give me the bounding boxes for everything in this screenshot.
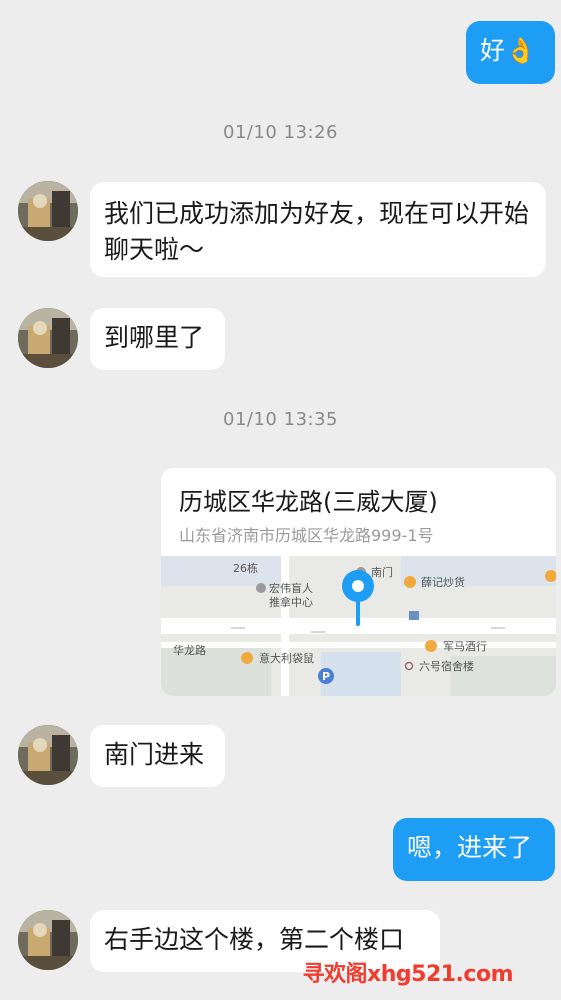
chat-conversation: 好👌 01/10 13:26 我们已成功添加为好友，现在可以开始聊天啦～ 到哪里… — [0, 0, 561, 1000]
incoming-message-bubble[interactable]: 南门进来 — [90, 725, 225, 787]
incoming-message-bubble[interactable]: 我们已成功添加为好友，现在可以开始聊天啦～ — [90, 182, 546, 277]
map-label: 南门 — [371, 565, 393, 579]
poi-marker-icon — [425, 640, 437, 652]
site-watermark: 寻欢阁xhg521.com — [302, 962, 514, 987]
map-label: 华龙路 — [173, 643, 206, 657]
message-text: 右手边这个楼，第二个楼口 — [104, 925, 405, 954]
map-label: 宏伟盲人 — [269, 581, 313, 595]
avatar-photo-icon — [18, 910, 78, 970]
map-label: 推拿中心 — [269, 595, 313, 609]
avatar-photo-icon — [18, 181, 78, 241]
location-title: 历城区华龙路(三威大厦) — [179, 488, 438, 516]
map-label: 26栋 — [233, 561, 258, 575]
poi-marker-icon — [256, 583, 266, 593]
map-label: 薛记炒货 — [421, 575, 465, 589]
map-label: 意大利袋鼠 — [259, 651, 314, 665]
message-text: 南门进来 — [104, 740, 205, 769]
contact-avatar[interactable] — [18, 725, 78, 785]
bus-stop-icon — [409, 611, 419, 620]
location-address: 山东省济南市历城区华龙路999-1号 — [179, 526, 434, 545]
poi-marker-icon — [404, 576, 416, 588]
location-map-preview[interactable]: 26栋 南门 薛记炒货 宏伟盲人 推拿中心 华龙路 军马酒行 意大利袋鼠 六号宿… — [161, 556, 556, 696]
contact-avatar[interactable] — [18, 308, 78, 368]
message-timestamp: 01/10 13:35 — [223, 409, 338, 430]
incoming-message-bubble[interactable]: 到哪里了 — [90, 308, 225, 370]
contact-avatar[interactable] — [18, 910, 78, 970]
contact-avatar[interactable] — [18, 181, 78, 241]
poi-marker-icon — [241, 652, 253, 664]
message-text: 好👌 — [480, 36, 537, 65]
message-text: 我们已成功添加为好友，现在可以开始聊天啦～ — [104, 199, 530, 264]
avatar-photo-icon — [18, 308, 78, 368]
outgoing-message-bubble[interactable]: 好👌 — [466, 21, 555, 84]
avatar-photo-icon — [18, 725, 78, 785]
message-text: 嗯，进来了 — [407, 833, 533, 862]
location-message-card[interactable]: 历城区华龙路(三威大厦) 山东省济南市历城区华龙路999-1号 26栋 南门 薛… — [161, 468, 556, 696]
message-text: 到哪里了 — [104, 323, 205, 352]
outgoing-message-bubble[interactable]: 嗯，进来了 — [393, 818, 555, 881]
message-timestamp: 01/10 13:26 — [223, 122, 338, 143]
map-label: 六号宿舍楼 — [419, 659, 474, 673]
map-label: 军马酒行 — [443, 640, 487, 653]
parking-label: P — [322, 670, 330, 683]
